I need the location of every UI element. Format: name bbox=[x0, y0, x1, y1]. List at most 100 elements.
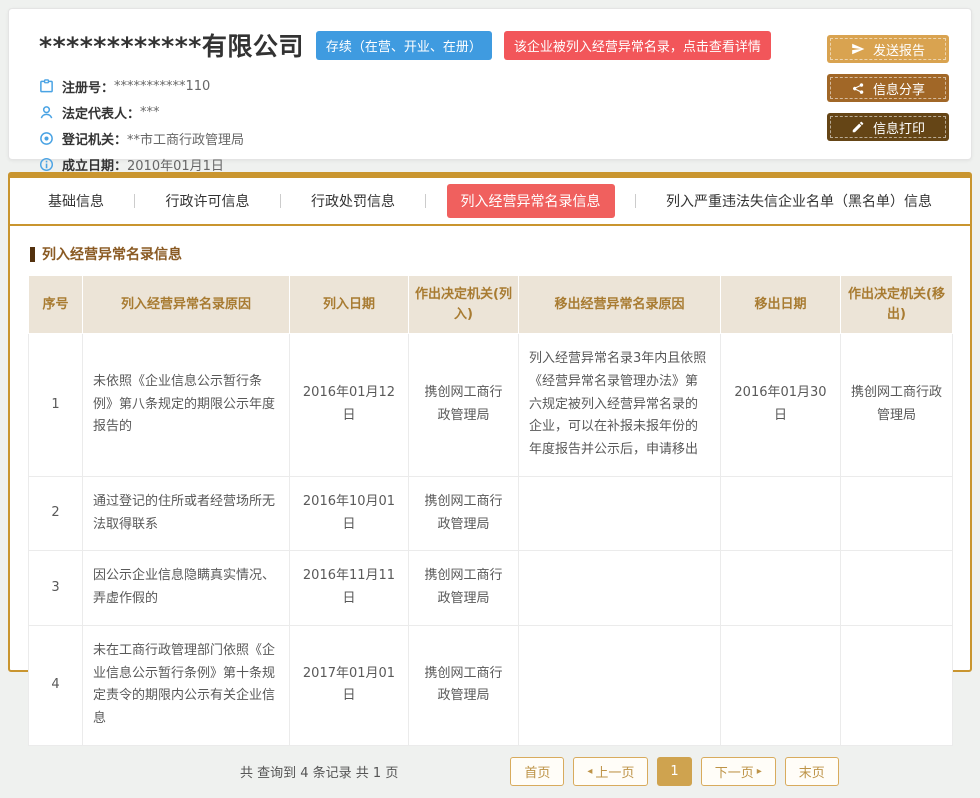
location-icon bbox=[39, 131, 54, 146]
col-header-date-out: 移出日期 bbox=[721, 276, 841, 334]
button-label: 发送报告 bbox=[873, 40, 925, 59]
pencil-icon bbox=[851, 120, 865, 134]
cell-date-in: 2016年10月01日 bbox=[290, 476, 409, 551]
info-row-regno: 注册号： ***********110 bbox=[39, 73, 951, 99]
info-label: 注册号： bbox=[62, 77, 114, 96]
info-label: 成立日期： bbox=[62, 155, 127, 174]
cell-reason-out: 列入经营异常名录3年内且依照《经营异常名录管理办法》第六规定被列入经营异常名录的… bbox=[519, 334, 721, 477]
cell-seq: 1 bbox=[29, 334, 83, 477]
info-value: 2010年01月1日 bbox=[127, 155, 224, 174]
status-badge: 存续（在营、开业、在册） bbox=[316, 31, 492, 60]
cell-reason-out bbox=[519, 625, 721, 745]
info-label: 法定代表人： bbox=[62, 103, 140, 122]
col-header-authority-in: 作出决定机关(列入) bbox=[409, 276, 519, 334]
tab-blacklist[interactable]: 列入严重违法失信企业名单（黑名单）信息 bbox=[656, 185, 942, 217]
share-icon bbox=[851, 81, 865, 95]
company-name: ************有限公司 bbox=[39, 27, 304, 63]
cell-date-out: 2016年01月30日 bbox=[721, 334, 841, 477]
table-row: 1 未依照《企业信息公示暂行条例》第八条规定的期限公示年度报告的 2016年01… bbox=[29, 334, 953, 477]
prev-page-button[interactable]: ◂ 上一页 bbox=[573, 757, 648, 786]
next-page-button[interactable]: 下一页 ▸ bbox=[701, 757, 776, 786]
tab-admin-penalty[interactable]: 行政处罚信息 bbox=[301, 185, 405, 217]
info-label: 登记机关： bbox=[62, 129, 127, 148]
cell-authority-in: 携创网工商行政管理局 bbox=[409, 625, 519, 745]
col-header-seq: 序号 bbox=[29, 276, 83, 334]
record-summary: 共 查询到 4 条记录 共 1 页 bbox=[240, 762, 398, 781]
abnormal-records-table: 序号 列入经营异常名录原因 列入日期 作出决定机关(列入) 移出经营异常名录原因… bbox=[28, 276, 953, 746]
cell-seq: 4 bbox=[29, 625, 83, 745]
main-panel: 基础信息 行政许可信息 行政处罚信息 列入经营异常名录信息 列入严重违法失信企业… bbox=[8, 172, 972, 672]
col-header-reason-out: 移出经营异常名录原因 bbox=[519, 276, 721, 334]
page-number-button[interactable]: 1 bbox=[657, 757, 691, 786]
button-label: 信息打印 bbox=[873, 118, 925, 137]
col-header-reason-in: 列入经营异常名录原因 bbox=[83, 276, 290, 334]
tab-basic-info[interactable]: 基础信息 bbox=[38, 185, 114, 217]
cell-authority-in: 携创网工商行政管理局 bbox=[409, 334, 519, 477]
cell-authority-out bbox=[841, 551, 953, 626]
button-label: 末页 bbox=[799, 762, 825, 781]
action-buttons: 发送报告 信息分享 信息打印 bbox=[827, 35, 949, 141]
col-header-authority-out: 作出决定机关(移出) bbox=[841, 276, 953, 334]
section-title-text: 列入经营异常名录信息 bbox=[42, 244, 182, 264]
info-icon bbox=[39, 157, 54, 172]
button-label: 下一页 bbox=[715, 762, 754, 781]
cell-date-out bbox=[721, 625, 841, 745]
cell-reason-out bbox=[519, 551, 721, 626]
cell-reason-in: 未在工商行政管理部门依照《企业信息公示暂行条例》第十条规定责令的期限内公示有关企… bbox=[83, 625, 290, 745]
cell-reason-in: 未依照《企业信息公示暂行条例》第八条规定的期限公示年度报告的 bbox=[83, 334, 290, 477]
info-value: ***********110 bbox=[114, 79, 210, 94]
table-row: 3 因公示企业信息隐瞒真实情况、弄虚作假的 2016年11月11日 携创网工商行… bbox=[29, 551, 953, 626]
cell-authority-in: 携创网工商行政管理局 bbox=[409, 476, 519, 551]
info-value: **市工商行政管理局 bbox=[127, 129, 244, 148]
section-title-bar bbox=[30, 247, 35, 262]
cell-seq: 3 bbox=[29, 551, 83, 626]
table-header-row: 序号 列入经营异常名录原因 列入日期 作出决定机关(列入) 移出经营异常名录原因… bbox=[29, 276, 953, 334]
button-label: 上一页 bbox=[595, 762, 634, 781]
cell-authority-out bbox=[841, 625, 953, 745]
cell-seq: 2 bbox=[29, 476, 83, 551]
cell-reason-in: 因公示企业信息隐瞒真实情况、弄虚作假的 bbox=[83, 551, 290, 626]
company-info-list: 注册号： ***********110 法定代表人： *** 登记机关： **市… bbox=[39, 73, 951, 177]
col-header-date-in: 列入日期 bbox=[290, 276, 409, 334]
tab-abnormal-list[interactable]: 列入经营异常名录信息 bbox=[447, 184, 615, 218]
section-title: 列入经营异常名录信息 bbox=[30, 244, 952, 264]
arrow-right-icon: ▸ bbox=[757, 767, 762, 777]
cell-date-out bbox=[721, 476, 841, 551]
share-info-button[interactable]: 信息分享 bbox=[827, 74, 949, 102]
person-icon bbox=[39, 105, 54, 120]
tab-divider bbox=[425, 194, 426, 208]
tab-admin-license[interactable]: 行政许可信息 bbox=[156, 185, 260, 217]
cell-reason-out bbox=[519, 476, 721, 551]
cell-authority-out: 携创网工商行政管理局 bbox=[841, 334, 953, 477]
table-row: 4 未在工商行政管理部门依照《企业信息公示暂行条例》第十条规定责令的期限内公示有… bbox=[29, 625, 953, 745]
cell-date-out bbox=[721, 551, 841, 626]
cell-reason-in: 通过登记的住所或者经营场所无法取得联系 bbox=[83, 476, 290, 551]
button-label: 首页 bbox=[524, 762, 550, 781]
cell-date-in: 2017年01月01日 bbox=[290, 625, 409, 745]
print-info-button[interactable]: 信息打印 bbox=[827, 113, 949, 141]
pagination: 首页 ◂ 上一页 1 下一页 ▸ 末页 bbox=[510, 757, 838, 786]
table-row: 2 通过登记的住所或者经营场所无法取得联系 2016年10月01日 携创网工商行… bbox=[29, 476, 953, 551]
arrow-left-icon: ◂ bbox=[587, 767, 592, 777]
abnormal-alert-badge[interactable]: 该企业被列入经营异常名录，点击查看详情 bbox=[504, 31, 771, 60]
button-label: 信息分享 bbox=[873, 79, 925, 98]
paper-plane-icon bbox=[851, 42, 865, 56]
company-header-card: ************有限公司 存续（在营、开业、在册） 该企业被列入经营异常… bbox=[8, 8, 972, 160]
certificate-icon bbox=[39, 79, 54, 94]
cell-date-in: 2016年01月12日 bbox=[290, 334, 409, 477]
info-row-authority: 登记机关： **市工商行政管理局 bbox=[39, 125, 951, 151]
tab-divider bbox=[280, 194, 281, 208]
first-page-button[interactable]: 首页 bbox=[510, 757, 564, 786]
tab-divider bbox=[134, 194, 135, 208]
tab-divider bbox=[635, 194, 636, 208]
send-report-button[interactable]: 发送报告 bbox=[827, 35, 949, 63]
cell-authority-out bbox=[841, 476, 953, 551]
tab-bar: 基础信息 行政许可信息 行政处罚信息 列入经营异常名录信息 列入严重违法失信企业… bbox=[10, 178, 970, 226]
cell-authority-in: 携创网工商行政管理局 bbox=[409, 551, 519, 626]
button-label: 1 bbox=[670, 764, 678, 779]
cell-date-in: 2016年11月11日 bbox=[290, 551, 409, 626]
info-value: *** bbox=[140, 105, 160, 120]
table-footer: 共 查询到 4 条记录 共 1 页 首页 ◂ 上一页 1 下一页 ▸ 末页 bbox=[28, 746, 952, 798]
last-page-button[interactable]: 末页 bbox=[785, 757, 839, 786]
info-row-legal-rep: 法定代表人： *** bbox=[39, 99, 951, 125]
